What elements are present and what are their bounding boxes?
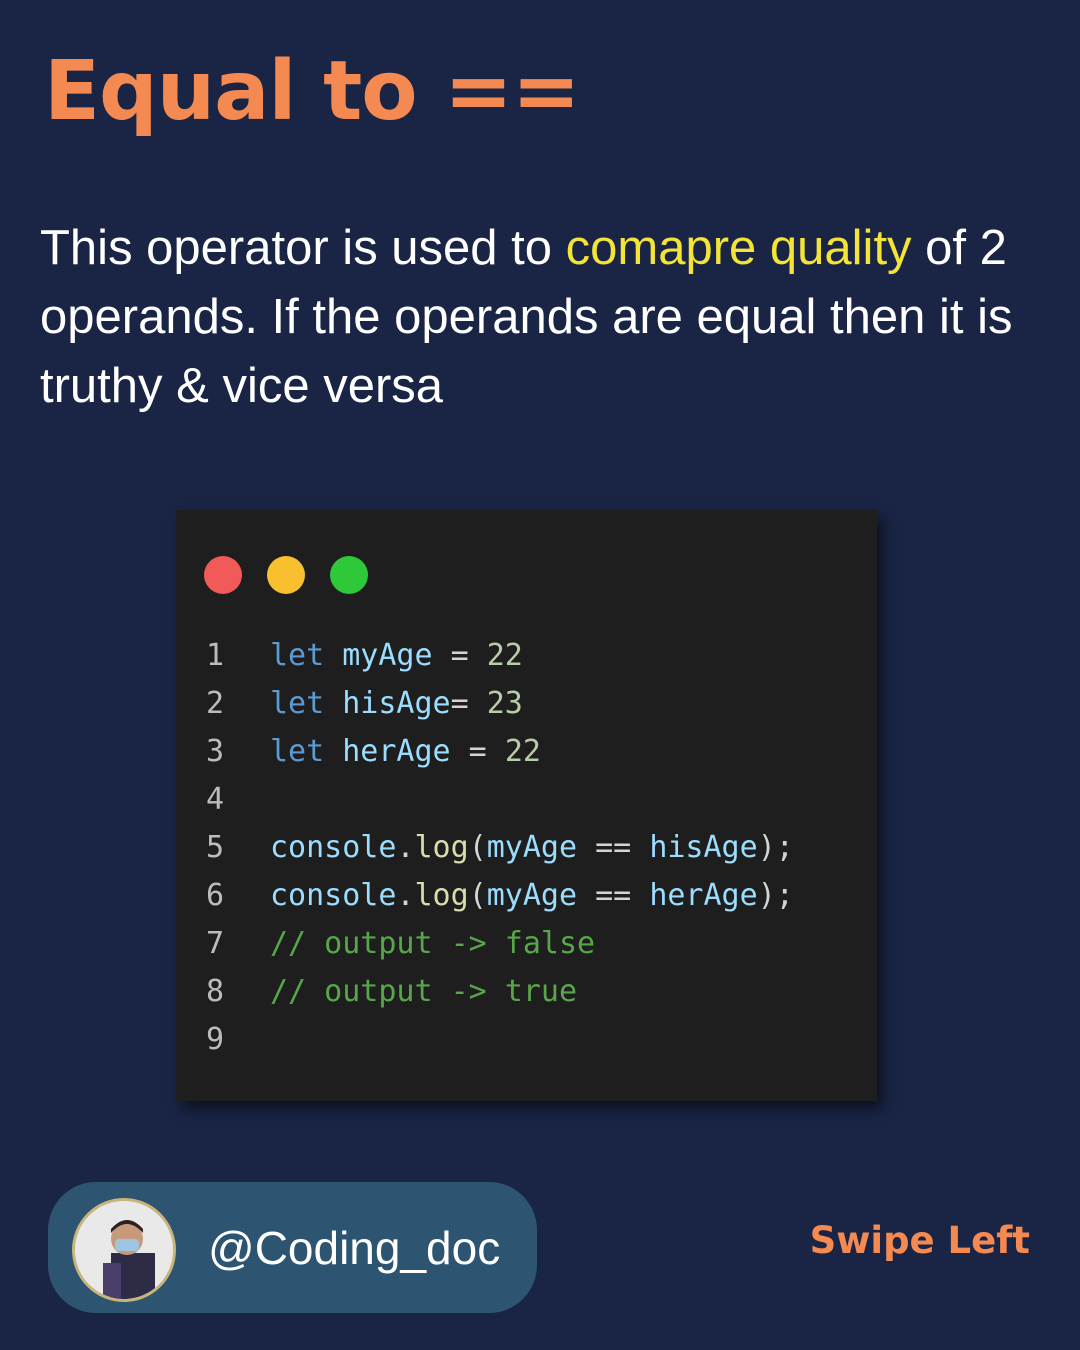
- paren: );: [757, 830, 794, 865]
- code-line: 6 console.log(myAge == herAge);: [176, 872, 794, 920]
- line-number: 9: [206, 1022, 225, 1057]
- paren: );: [757, 878, 794, 913]
- number: 23: [486, 686, 523, 721]
- description-highlight: comapre quality: [565, 221, 912, 275]
- paren: (: [468, 878, 487, 913]
- comment: // output -> true: [270, 974, 578, 1009]
- code-line: 7 // output -> false: [176, 920, 794, 968]
- description-text-1: This operator is used to: [40, 221, 566, 275]
- code-line: 5 console.log(myAge == hisAge);: [176, 824, 794, 872]
- operator: ==: [577, 830, 650, 865]
- dot: .: [396, 830, 415, 865]
- variable: myAge: [486, 878, 578, 913]
- close-dot-icon: [204, 556, 242, 594]
- avatar-illustration: [75, 1201, 173, 1299]
- code-line: 8 // output -> true: [176, 968, 794, 1016]
- dot: .: [396, 878, 415, 913]
- operator: ==: [577, 878, 650, 913]
- line-number: 6: [206, 878, 225, 913]
- page-title: Equal to ==: [44, 44, 581, 139]
- code-block: 1 let myAge = 22 2 let hisAge= 23 3 let her…: [176, 632, 794, 1064]
- line-number: 3: [206, 734, 225, 769]
- number: 22: [486, 638, 523, 673]
- line-number: 7: [206, 926, 225, 961]
- number: 22: [504, 734, 541, 769]
- keyword: let: [270, 638, 325, 673]
- line-number: 4: [206, 782, 225, 817]
- keyword: let: [270, 686, 325, 721]
- maximize-dot-icon: [330, 556, 368, 594]
- variable: herAge: [649, 878, 758, 913]
- description: This operator is used to comapre quality…: [40, 214, 1040, 421]
- function: log: [414, 878, 469, 913]
- user-avatar-icon: [72, 1198, 176, 1302]
- object: console: [270, 830, 397, 865]
- code-line: 1 let myAge = 22: [176, 632, 794, 680]
- variable: hisAge: [649, 830, 758, 865]
- variable: myAge: [486, 830, 578, 865]
- code-line: 4: [176, 776, 794, 824]
- line-number: 2: [206, 686, 225, 721]
- function: log: [414, 830, 469, 865]
- profile-pill[interactable]: @Coding_doc: [48, 1182, 537, 1313]
- variable: herAge: [342, 734, 451, 769]
- operator: =: [450, 734, 505, 769]
- code-window: 1 let myAge = 22 2 let hisAge= 23 3 let her…: [176, 510, 877, 1101]
- paren: (: [468, 830, 487, 865]
- window-controls: [204, 556, 368, 594]
- variable: myAge: [342, 638, 433, 673]
- operator: =: [432, 638, 487, 673]
- code-line: 3 let herAge = 22: [176, 728, 794, 776]
- line-number: 1: [206, 638, 225, 673]
- line-number: 5: [206, 830, 225, 865]
- minimize-dot-icon: [267, 556, 305, 594]
- object: console: [270, 878, 397, 913]
- comment: // output -> false: [270, 926, 596, 961]
- variable: hisAge: [342, 686, 451, 721]
- swipe-left-label: Swipe Left: [809, 1219, 1030, 1262]
- code-line: 2 let hisAge= 23: [176, 680, 794, 728]
- line-number: 8: [206, 974, 225, 1009]
- operator: =: [450, 686, 487, 721]
- code-line: 9: [176, 1016, 794, 1064]
- profile-handle[interactable]: @Coding_doc: [208, 1220, 500, 1276]
- keyword: let: [270, 734, 325, 769]
